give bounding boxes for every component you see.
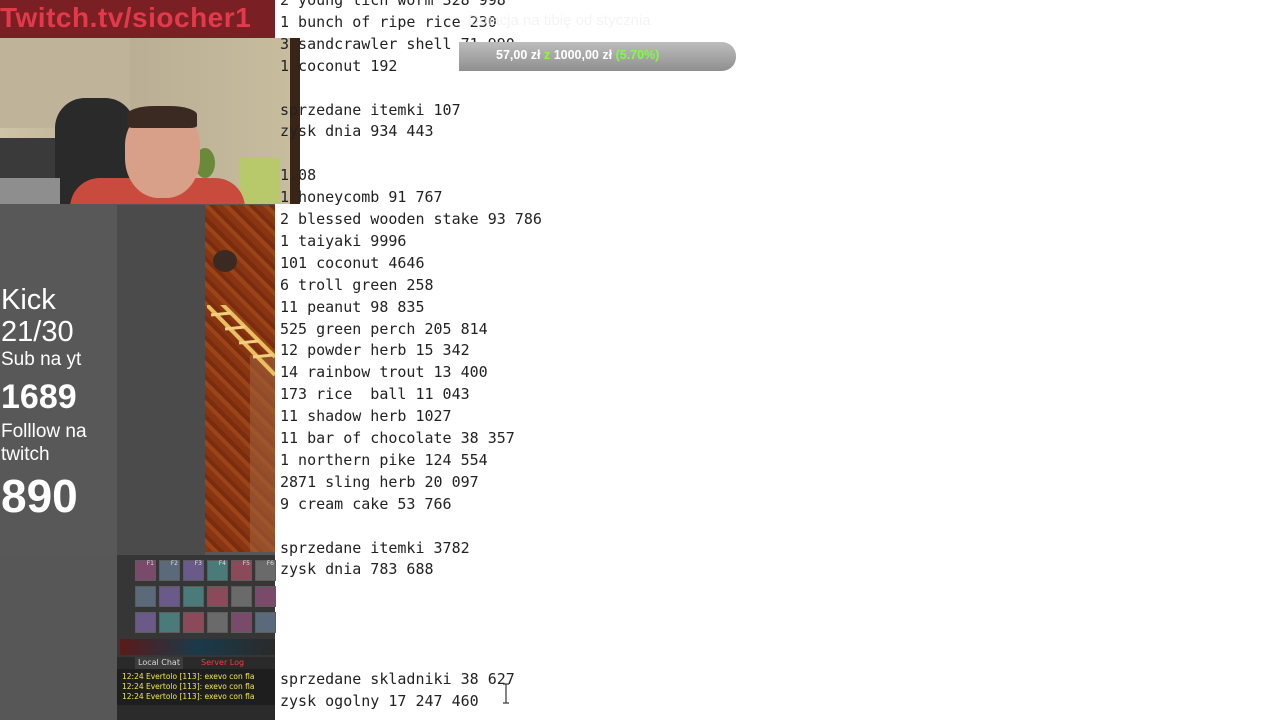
document-line: zysk dnia 783 688 (280, 560, 434, 579)
hotkey-label: F3 (194, 560, 202, 567)
document-line: 11 bar of chocolate 38 357 (280, 429, 515, 447)
hotkey-slot[interactable] (183, 586, 204, 607)
document-line: 101 coconut 4646 (280, 253, 425, 272)
hotkey-slot[interactable]: F1 (135, 560, 156, 581)
hotkey-slot[interactable] (207, 612, 228, 633)
document-line: 1.08 (280, 166, 317, 185)
kick-value: 21/30 (1, 316, 74, 348)
document-line: 1 northern pike 124 554 (280, 450, 488, 469)
document-line: 173 rice ball 11 043 (280, 385, 470, 404)
tab-local-chat[interactable]: Local Chat (135, 657, 183, 669)
hotbar-bottom-row (120, 639, 275, 655)
stream-stats: Kick 21/30 Sub na yt 1689 Folllow na twi… (0, 205, 117, 555)
document-line: 12 powder herb 15 342 (280, 341, 470, 360)
chat-message: 12:24 Evertolo [113]: exevo con fla (122, 692, 255, 701)
hotkey-slot[interactable]: F6 (255, 560, 276, 581)
document-line: 2871 sling herb 20 097 (280, 472, 479, 491)
document-line: zysk dnia 934 443 (280, 122, 434, 141)
hotkey-slot[interactable]: F4 (207, 560, 228, 581)
hotkey-slot[interactable] (255, 586, 276, 607)
hotkey-slot[interactable] (159, 612, 180, 633)
document-line: sprzedane skladniki 38 627 (280, 669, 515, 688)
donation-percent: (5.70%) (615, 48, 660, 62)
hotkey-slot[interactable] (231, 586, 252, 607)
hotkey-label: F5 (242, 560, 250, 567)
hotkey-slot[interactable] (135, 612, 156, 633)
donation-separator: z (543, 48, 551, 62)
hotkey-slot[interactable]: F5 (231, 560, 252, 581)
channel-banner: Twitch.tv/siocher1 (0, 0, 275, 38)
hotkey-slot[interactable] (231, 612, 252, 633)
hotkey-slot[interactable] (183, 612, 204, 633)
donation-progress-text: 57,00 zł z 1000,00 zł (5.70%) (496, 48, 659, 62)
game-side-area (117, 205, 205, 555)
document-line: 1 taiyaki 9996 (280, 231, 407, 250)
tab-server-log[interactable]: Server Log (198, 657, 247, 669)
chat-message: 12:24 Evertolo [113]: exevo con fla (122, 682, 255, 691)
twitch-label-line2: twitch (1, 444, 50, 465)
hotkey-slot[interactable]: F3 (183, 560, 204, 581)
hotkey-label: F4 (218, 560, 226, 567)
document-line: 11 peanut 98 835 (280, 297, 425, 316)
donation-title: Dotacja na tibię od stycznia (468, 12, 651, 29)
game-map-view (205, 205, 275, 552)
document-line: 1 bunch of ripe rice 230 (280, 12, 497, 31)
ladder-icon[interactable] (205, 299, 275, 385)
donation-current: 57,00 zł (496, 48, 541, 62)
hotkey-slot[interactable] (135, 586, 156, 607)
chat-input[interactable] (117, 705, 275, 720)
document-line: 9 cream cake 53 766 (280, 494, 452, 513)
document-line: 2 blessed wooden stake 93 786 (280, 210, 542, 228)
youtube-label: Sub na yt (1, 349, 82, 370)
kick-label: Kick (1, 284, 56, 316)
chat-log: 12:24 Evertolo [113]: exevo con fla 12:2… (117, 669, 275, 705)
twitch-label-line1: Folllow na (1, 421, 87, 442)
hotkey-bar: F1 F2 F3 F4 F5 F6 (117, 555, 276, 657)
document-line: 1 honeycomb 91 767 (280, 188, 443, 207)
twitch-follower-count: 890 (1, 470, 78, 522)
channel-url: Twitch.tv/siocher1 (0, 2, 252, 33)
creature-sprite[interactable] (213, 250, 237, 272)
hotkey-label: F1 (146, 560, 154, 567)
hotkey-slot[interactable] (207, 586, 228, 607)
document-line: 14 rainbow trout 13 400 (280, 363, 488, 382)
document-line: sprzedane itemki 107 (280, 100, 461, 119)
document-line: 525 green perch 205 814 (280, 319, 488, 338)
hotkey-slot[interactable] (159, 586, 180, 607)
text-document[interactable]: 2 young lich worm 328 998 1 bunch of ripe… (280, 0, 880, 720)
hotkey-label: F6 (266, 560, 274, 567)
document-line: 11 shadow herb 1027 (280, 407, 452, 426)
hotkey-slot[interactable] (255, 612, 276, 633)
hotkey-label: F2 (170, 560, 178, 567)
document-line: sprzedane itemki 3782 (280, 538, 470, 557)
youtube-subscriber-count: 1689 (1, 378, 77, 416)
donation-goal: 1000,00 zł (553, 48, 613, 62)
chat-message: 12:24 Evertolo [113]: exevo con fla (122, 672, 255, 681)
document-line: 2 young lich worm 328 998 (280, 0, 506, 9)
hotkey-slot[interactable]: F2 (159, 560, 180, 581)
document-line: zysk ogolny 17 247 460 (280, 691, 479, 710)
document-line: 6 troll green 258 (280, 275, 434, 294)
document-line: 1 coconut 192 (280, 56, 398, 75)
text-cursor-icon (503, 683, 509, 704)
chat-tabs: Local Chat Server Log (117, 657, 275, 669)
webcam-feed (0, 38, 300, 204)
